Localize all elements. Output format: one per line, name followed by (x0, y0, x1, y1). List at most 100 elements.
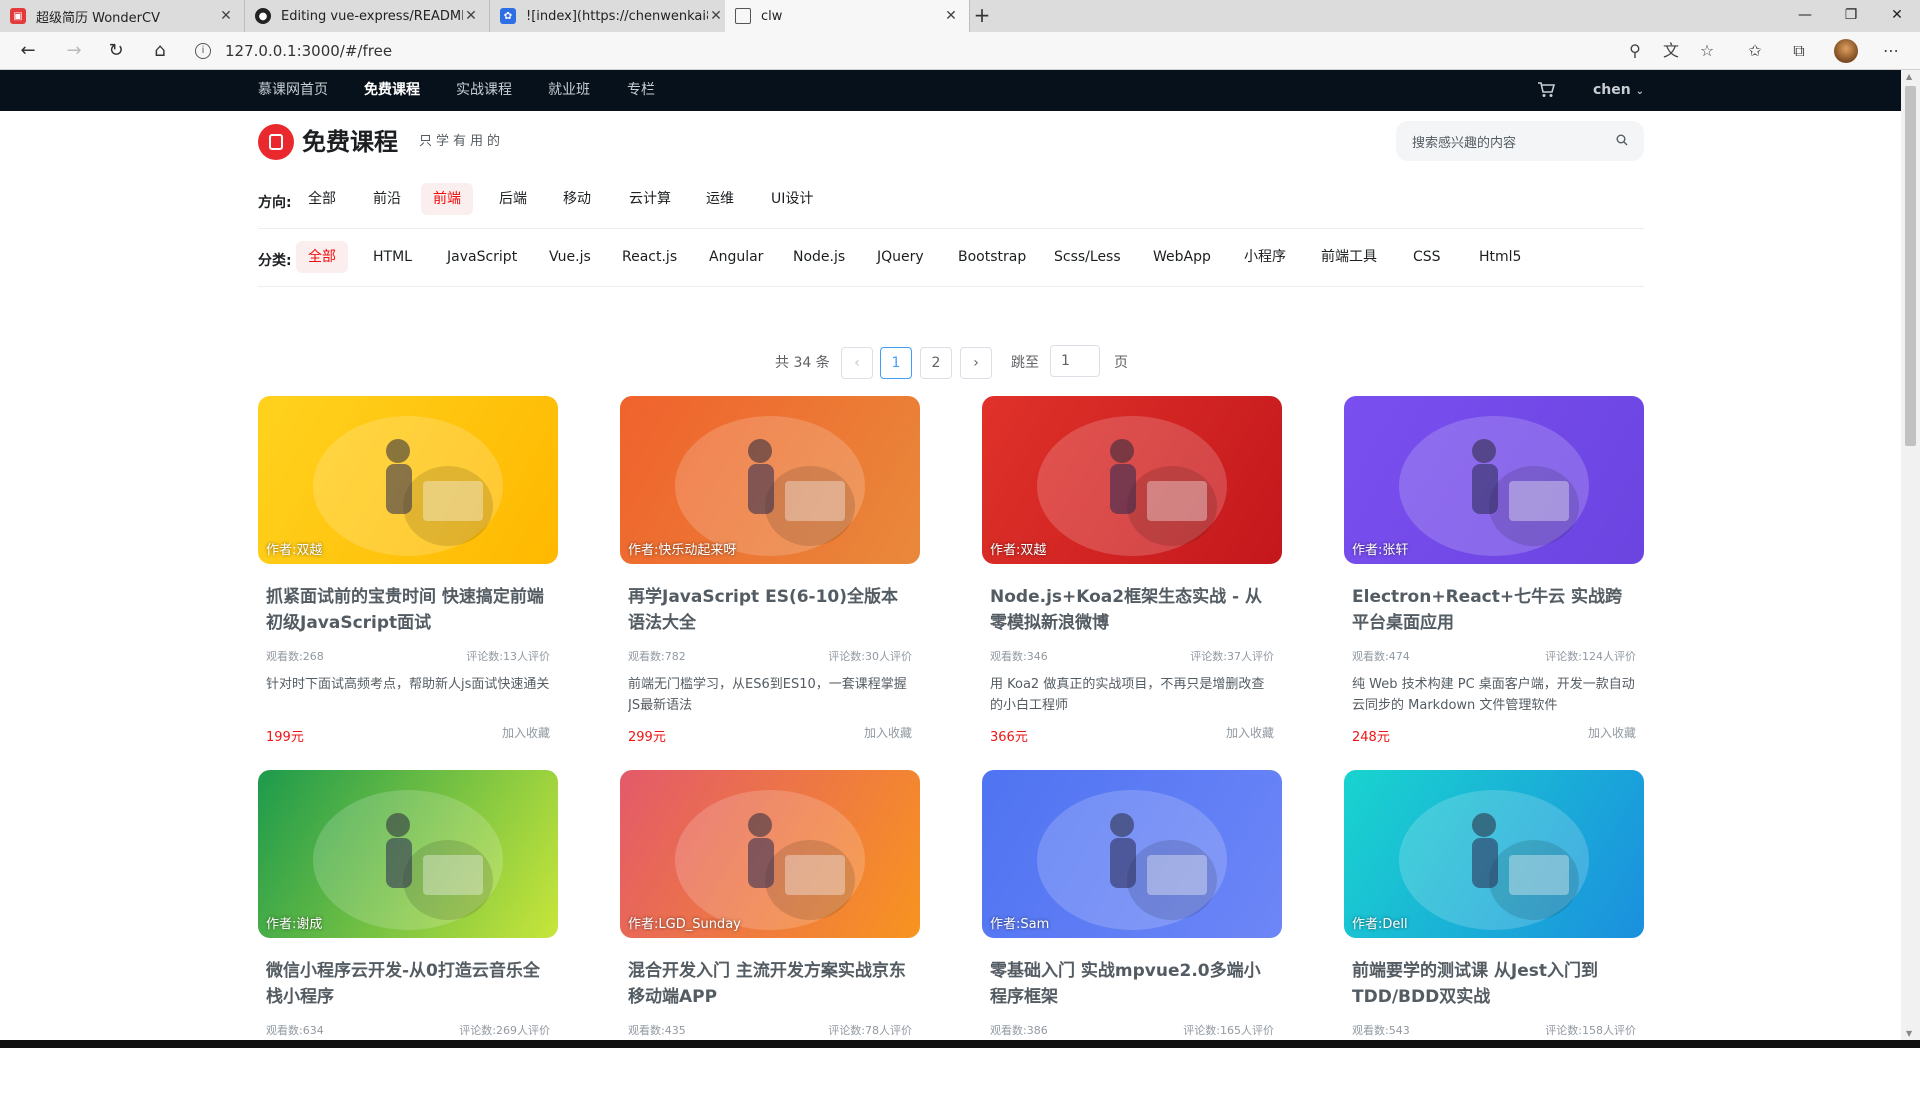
course-thumbnail[interactable]: 作者:双越 (258, 396, 558, 564)
category-item[interactable]: Html5 (1467, 241, 1533, 273)
direction-item[interactable]: 移动 (551, 183, 603, 215)
browser-tab[interactable]: ✿ ![index](https://chenwenkai8023 ✕ (490, 0, 735, 32)
course-thumbnail[interactable]: 作者:谢成 (258, 770, 558, 938)
course-thumbnail[interactable]: 作者:Dell (1344, 770, 1644, 938)
category-item[interactable]: WebApp (1141, 241, 1223, 273)
favorites-icon[interactable]: ✩ (1742, 39, 1768, 63)
category-item[interactable]: 小程序 (1232, 241, 1298, 273)
close-icon[interactable]: ✕ (463, 8, 479, 24)
course-views: 观看数:474 (1352, 650, 1410, 663)
next-page-icon[interactable]: › (960, 347, 992, 379)
close-icon[interactable]: ✕ (708, 8, 724, 24)
course-title[interactable]: 混合开发入门 主流开发方案实战京东移动端APP (628, 958, 912, 1010)
course-title[interactable]: 微信小程序云开发-从0打造云音乐全栈小程序 (266, 958, 550, 1010)
category-item[interactable]: Scss/Less (1042, 241, 1133, 273)
star-icon[interactable]: ☆ (1694, 39, 1720, 63)
course-card[interactable]: 作者:快乐动起来呀 再学JavaScript ES(6-10)全版本语法大全 观看数… (620, 396, 920, 746)
back-icon[interactable]: ← (14, 38, 42, 64)
add-favorite-button[interactable]: 加入收藏 (502, 724, 550, 741)
direction-item[interactable]: 前沿 (361, 183, 413, 215)
course-thumbnail[interactable]: 作者:张轩 (1344, 396, 1644, 564)
nav-item-column[interactable]: 专栏 (627, 70, 655, 111)
course-card[interactable]: 作者:张轩 Electron+React+七牛云 实战跨平台桌面应用观看数:474… (1344, 396, 1644, 746)
nav-item-free[interactable]: 免费课程 (364, 70, 420, 111)
tab-title: ![index](https://chenwenkai8023 (526, 8, 708, 24)
browser-tab-active[interactable]: clw ✕ (725, 0, 970, 32)
category-item[interactable]: Node.js (781, 241, 857, 273)
scroll-up-icon[interactable]: ▲ (1906, 72, 1912, 81)
nav-item-home[interactable]: 慕课网首页 (258, 70, 328, 111)
site-nav: 慕课网首页 免费课程 实战课程 就业班 专栏 chen ⌄ (0, 70, 1901, 111)
course-thumbnail[interactable]: 作者:Sam (982, 770, 1282, 938)
course-title[interactable]: Node.js+Koa2框架生态实战 - 从零模拟新浪微博 (990, 584, 1274, 636)
course-card[interactable]: 作者:谢成 微信小程序云开发-从0打造云音乐全栈小程序 观看数:634 评论数:269… (258, 770, 558, 1120)
collections-icon[interactable]: ⧉ (1786, 39, 1812, 63)
category-item[interactable]: CSS (1401, 241, 1453, 273)
course-thumbnail[interactable]: 作者:快乐动起来呀 (620, 396, 920, 564)
forward-icon[interactable]: → (60, 38, 88, 64)
direction-item[interactable]: 全部 (296, 183, 348, 215)
course-thumbnail[interactable]: 作者:LGD_Sunday (620, 770, 920, 938)
category-item[interactable]: JavaScript (435, 241, 529, 273)
profile-avatar[interactable] (1834, 39, 1858, 63)
jump-page-input[interactable]: 1 (1050, 345, 1100, 377)
course-title[interactable]: Electron+React+七牛云 实战跨平台桌面应用 (1352, 584, 1636, 636)
address-bar: ← → ↻ ⌂ i 127.0.0.1:3000/#/free ⚲ 文 ☆ ✩ … (0, 32, 1920, 70)
cart-icon[interactable] (1537, 82, 1555, 98)
translate-icon[interactable]: 文 (1658, 39, 1684, 63)
course-views: 观看数:268 (266, 650, 324, 663)
course-title[interactable]: 再学JavaScript ES(6-10)全版本语法大全 (628, 584, 912, 636)
new-tab-button[interactable]: + (970, 4, 994, 28)
scrollbar-thumb[interactable] (1905, 86, 1916, 446)
category-item[interactable]: Bootstrap (946, 241, 1038, 273)
user-menu[interactable]: chen ⌄ (1593, 70, 1644, 111)
refresh-icon[interactable]: ↻ (102, 38, 130, 64)
search-input[interactable]: 搜索感兴趣的内容 (1396, 121, 1644, 161)
search-icon[interactable] (1616, 134, 1628, 146)
scroll-down-icon[interactable]: ▼ (1906, 1029, 1912, 1038)
course-card[interactable]: 作者:双越抓紧面试前的宝贵时间 快速搞定前端初级JavaScript面试观看数:… (258, 396, 558, 746)
direction-item[interactable]: 云计算 (617, 183, 683, 215)
zoom-icon[interactable]: ⚲ (1622, 39, 1648, 63)
course-card[interactable]: 作者:Dell 前端要学的测试课 从Jest入门到TDD/BDD双实战 观看数:54… (1344, 770, 1644, 1120)
info-icon[interactable]: i (195, 43, 211, 59)
page-number[interactable]: 2 (920, 347, 952, 379)
close-icon[interactable]: ✕ (218, 8, 234, 24)
category-item[interactable]: Angular (697, 241, 775, 273)
category-item[interactable]: JQuery (865, 241, 936, 273)
direction-item[interactable]: 后端 (487, 183, 539, 215)
add-favorite-button[interactable]: 加入收藏 (1226, 724, 1274, 741)
restore-icon[interactable]: ❐ (1828, 0, 1874, 32)
url-field[interactable]: i 127.0.0.1:3000/#/free (195, 38, 1595, 64)
category-item[interactable]: HTML (361, 241, 424, 273)
browser-tab[interactable]: ▣ 超级简历 WonderCV ✕ (0, 0, 245, 32)
minimize-icon[interactable]: — (1782, 0, 1828, 32)
course-title[interactable]: 零基础入门 实战mpvue2.0多端小程序框架 (990, 958, 1274, 1010)
scrollbar[interactable]: ▲ ▼ (1901, 70, 1920, 1040)
close-window-icon[interactable]: ✕ (1874, 0, 1920, 32)
page-number-current[interactable]: 1 (880, 347, 912, 379)
close-icon[interactable]: ✕ (943, 8, 959, 24)
nav-item-job[interactable]: 就业班 (548, 70, 590, 111)
home-icon[interactable]: ⌂ (146, 38, 174, 64)
course-thumbnail[interactable]: 作者:双越 (982, 396, 1282, 564)
course-title[interactable]: 前端要学的测试课 从Jest入门到TDD/BDD双实战 (1352, 958, 1636, 1010)
direction-item-active[interactable]: 前端 (421, 183, 473, 215)
course-card[interactable]: 作者:LGD_Sunday 混合开发入门 主流开发方案实战京东移动端APP 观看数:… (620, 770, 920, 1120)
more-icon[interactable]: ⋯ (1878, 39, 1904, 63)
course-title[interactable]: 抓紧面试前的宝贵时间 快速搞定前端初级JavaScript面试 (266, 584, 550, 636)
direction-item[interactable]: UI设计 (759, 183, 825, 215)
prev-page-icon[interactable]: ‹ (841, 347, 873, 379)
add-favorite-button[interactable]: 加入收藏 (864, 724, 912, 741)
category-item[interactable]: React.js (610, 241, 689, 273)
page-icon (735, 8, 751, 24)
category-item[interactable]: 前端工具 (1309, 241, 1389, 273)
browser-tab[interactable]: ● Editing vue-express/README.md ✕ (245, 0, 490, 32)
category-item[interactable]: Vue.js (537, 241, 603, 273)
add-favorite-button[interactable]: 加入收藏 (1588, 724, 1636, 741)
category-item-active[interactable]: 全部 (296, 241, 348, 273)
course-card[interactable]: 作者:Sam 零基础入门 实战mpvue2.0多端小程序框架 观看数:386 评论数:… (982, 770, 1282, 1120)
nav-item-practice[interactable]: 实战课程 (456, 70, 512, 111)
direction-item[interactable]: 运维 (694, 183, 746, 215)
course-card[interactable]: 作者:双越 Node.js+Koa2框架生态实战 - 从零模拟新浪微博 观看数:34… (982, 396, 1282, 746)
